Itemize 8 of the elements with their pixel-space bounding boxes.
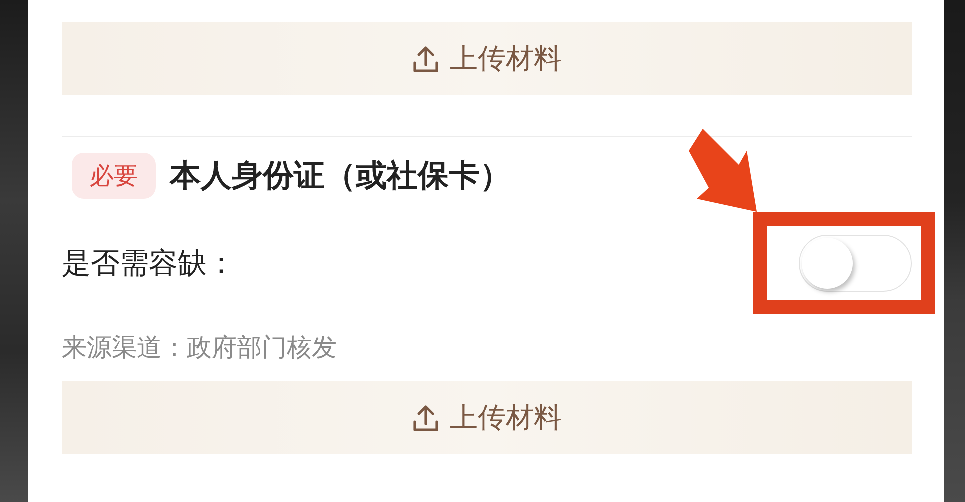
upload-button[interactable]: 上传材料 [62, 22, 912, 95]
toggle-label: 是否需容缺： [62, 244, 236, 282]
upload-button[interactable]: 上传材料 [62, 381, 912, 454]
required-badge: 必要 [72, 153, 156, 199]
upload-icon [412, 44, 440, 74]
source-text: 来源渠道：政府部门核发 [62, 332, 338, 364]
upload-icon [412, 402, 440, 432]
document-title: 本人身份证（或社保卡） [170, 157, 511, 196]
